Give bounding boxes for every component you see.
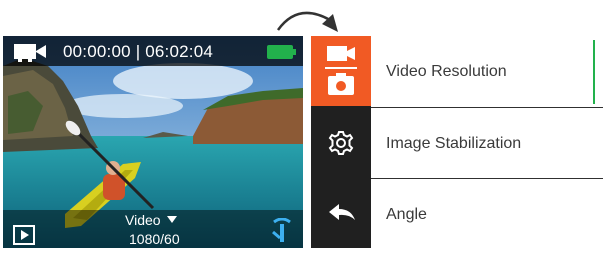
menu-icon-image-stabilization[interactable] [311, 107, 371, 177]
wifi-icon[interactable] [271, 218, 293, 244]
menu-item-label: Video Resolution [386, 63, 507, 80]
menu-item-video-resolution[interactable]: Video Resolution [371, 36, 603, 106]
pointer-arrow-icon [276, 11, 338, 32]
recording-timer: 00:00:00 | 06:02:04 [63, 42, 214, 61]
menu-item-image-stabilization[interactable]: Image Stabilization [371, 108, 603, 178]
menu-item-angle[interactable]: Angle [371, 179, 603, 249]
camera-preview: 00:00:00 | 06:02:04 Video 1080/60 [3, 36, 303, 248]
menu-item-label: Angle [386, 206, 427, 223]
gear-icon [328, 131, 354, 155]
playback-icon[interactable] [13, 225, 35, 245]
menu-icon-angle[interactable] [311, 178, 371, 248]
menu-icon-column [311, 36, 371, 248]
preview-bottom-bar: Video 1080/60 [3, 210, 303, 248]
status-bar: 00:00:00 | 06:02:04 [3, 36, 303, 66]
mode-label: Video [125, 212, 161, 228]
caret-down-icon [166, 216, 177, 223]
menu-item-label: Image Stabilization [386, 135, 522, 152]
back-arrow-icon [329, 204, 355, 220]
video-photo-icon [325, 46, 357, 95]
mode-selector[interactable]: Video [125, 212, 177, 228]
menu-icon-video-resolution[interactable] [311, 36, 371, 106]
battery-icon [267, 45, 296, 59]
resolution-label: 1080/60 [129, 231, 180, 247]
video-camera-icon [14, 44, 46, 62]
scroll-indicator [593, 40, 595, 104]
